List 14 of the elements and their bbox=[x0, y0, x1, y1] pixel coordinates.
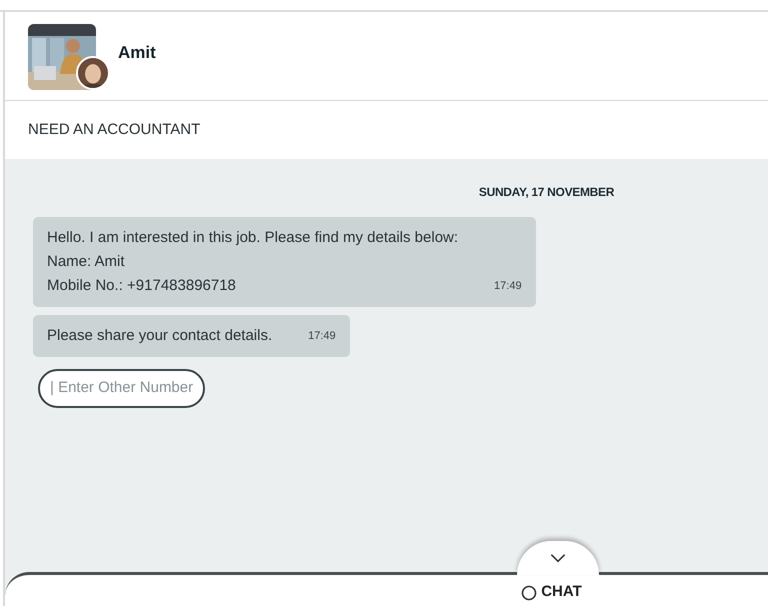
message-text: Please share your contact details. bbox=[47, 326, 272, 346]
chat-icon bbox=[521, 584, 538, 600]
message-time: 17:49 bbox=[494, 278, 522, 294]
contact-name: Amit bbox=[118, 42, 156, 64]
toggle-chat-button[interactable] bbox=[517, 541, 599, 575]
message-text: Name: Amit bbox=[47, 252, 126, 272]
message-text: Mobile No.: +917483896718 bbox=[47, 276, 237, 296]
job-title: NEED AN ACCOUNTANT bbox=[28, 120, 200, 140]
message-text: Hello. I am interested in this job. Please find my details below: bbox=[47, 228, 458, 248]
quick-reply-button[interactable]: | Enter Other Number bbox=[38, 369, 206, 408]
date-label: SUNDAY, 17 NOVEMBER bbox=[478, 184, 614, 201]
chat-label: CHAT bbox=[541, 582, 582, 602]
chevron-icon bbox=[549, 553, 567, 563]
message-time: 17:49 bbox=[308, 328, 336, 344]
